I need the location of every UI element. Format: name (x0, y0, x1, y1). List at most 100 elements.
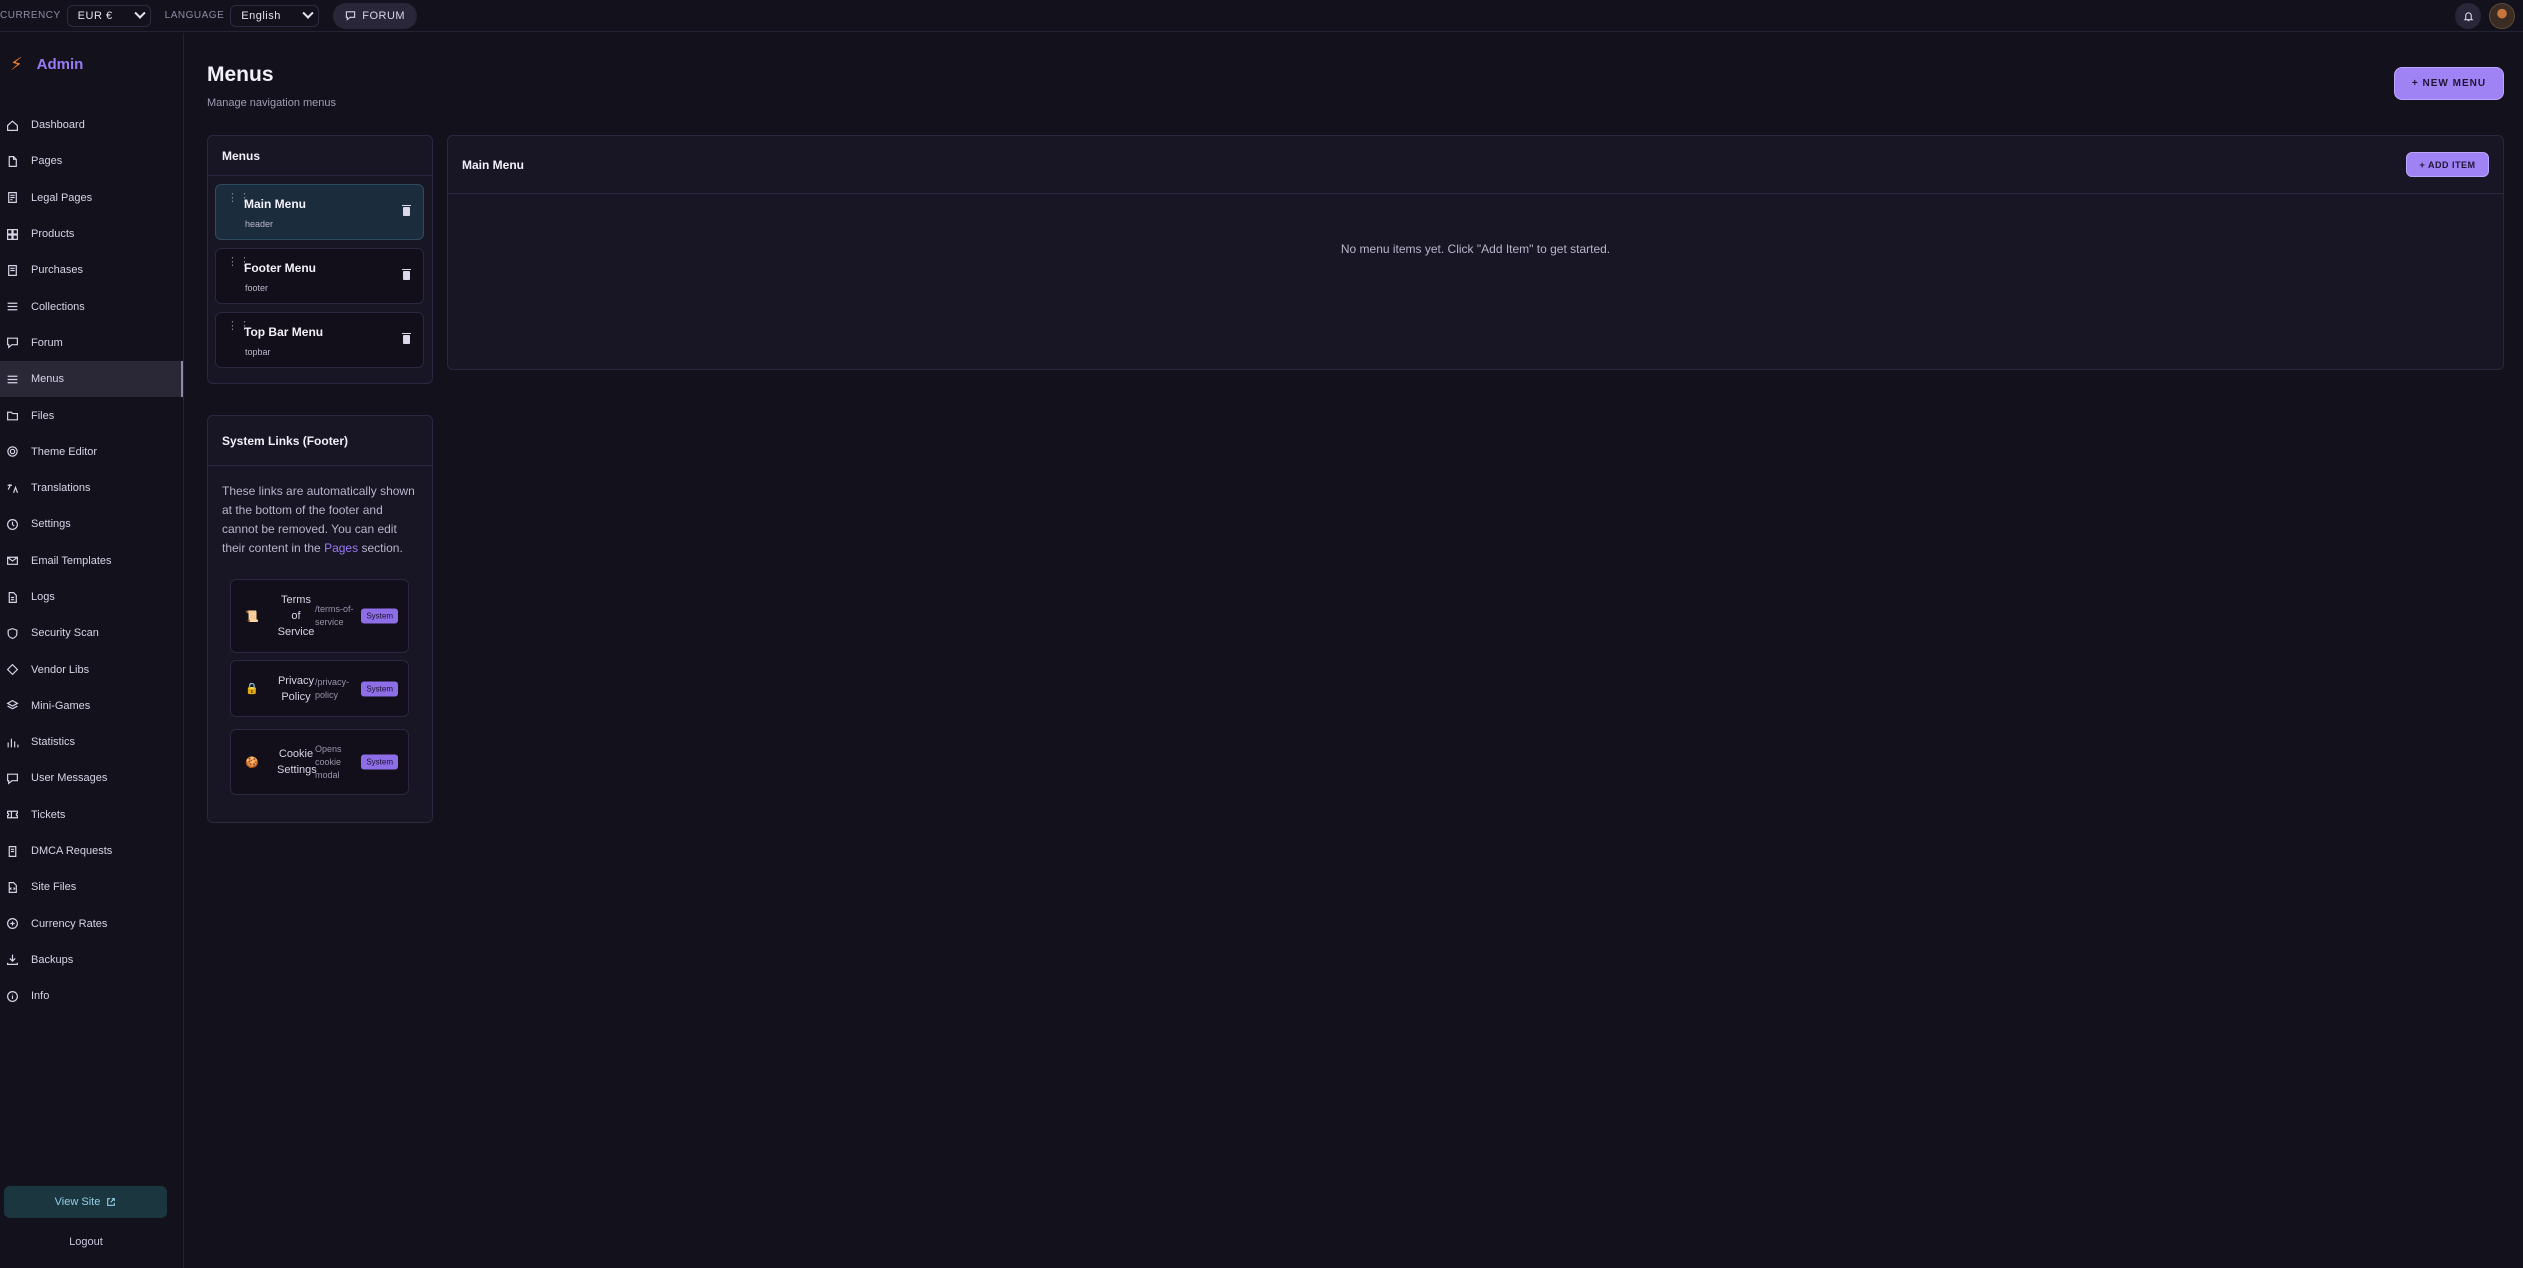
menu-editor-title: Main Menu (462, 157, 524, 172)
sidebar-item-label: Translations (31, 482, 91, 495)
sidebar-item-email-templates[interactable]: Email Templates (0, 543, 183, 579)
sidebar-item-info[interactable]: Info (0, 978, 183, 1014)
download-icon (7, 955, 18, 966)
sidebar-item-currency-rates[interactable]: Currency Rates (0, 906, 183, 942)
sidebar-item-tickets[interactable]: Tickets (0, 797, 183, 833)
sidebar-item-menus[interactable]: Menus (0, 361, 183, 398)
sidebar-item-pages[interactable]: Pages (0, 143, 183, 179)
shield-icon (7, 627, 18, 639)
sidebar-item-products[interactable]: Products (0, 216, 183, 252)
sidebar-item-label: Info (31, 990, 50, 1003)
sidebar-item-label: Statistics (31, 736, 76, 749)
sidebar-item-legal-pages[interactable]: Legal Pages (0, 180, 183, 216)
sidebar-item-forum[interactable]: Forum (0, 325, 183, 361)
new-menu-button[interactable]: + NEW MENU (2394, 67, 2504, 100)
mail-icon (7, 556, 18, 566)
sidebar-item-label: Dashboard (31, 119, 85, 132)
system-link-path: /privacy-policy (315, 676, 350, 700)
currency-value: EUR € (77, 9, 113, 22)
system-badge: System (361, 608, 398, 624)
menu-location: topbar (245, 347, 271, 357)
sidebar-item-mini-games[interactable]: Mini-Games (0, 688, 183, 724)
sidebar-item-label: Currency Rates (31, 917, 108, 930)
sidebar-item-logs[interactable]: Logs (0, 579, 183, 615)
sidebar-item-collections[interactable]: Collections (0, 288, 183, 324)
system-link-name: Terms of Service (277, 594, 315, 638)
sidebar-item-statistics[interactable]: Statistics (0, 724, 183, 760)
chevron-down-icon (134, 7, 146, 19)
system-link-item[interactable]: 🍪 Cookie Settings Opens cookie modal System (230, 729, 409, 795)
sidebar-item-files[interactable]: Files (0, 397, 183, 433)
menu-list-item[interactable]: ⋮⋮ Footer Menu footer (215, 248, 424, 304)
gear-icon (7, 446, 18, 458)
sidebar-item-dashboard[interactable]: Dashboard (0, 107, 183, 143)
menu-name: Top Bar Menu (244, 325, 324, 339)
sidebar-item-label: Legal Pages (31, 191, 93, 204)
sidebar-item-purchases[interactable]: Purchases (0, 252, 183, 288)
external-link-icon (107, 1198, 116, 1206)
ticket-icon (7, 810, 18, 819)
currency-select[interactable]: EUR € (66, 4, 151, 27)
view-site-button[interactable]: View Site (4, 1186, 167, 1218)
bar-chart-icon (7, 738, 19, 748)
translate-icon (7, 483, 19, 493)
forum-button[interactable]: FORUM (333, 2, 418, 29)
bell-icon (2463, 11, 2473, 21)
menus-panel-title: Menus (208, 136, 432, 176)
sidebar-item-label: Site Files (31, 881, 77, 894)
menu-location: footer (245, 283, 269, 293)
notifications-button[interactable] (2455, 3, 2481, 29)
sidebar-item-label: Purchases (31, 264, 83, 277)
logout-link[interactable]: Logout (0, 1236, 172, 1248)
lock-icon: 🔒 (245, 683, 259, 695)
menu-name: Main Menu (244, 197, 306, 211)
sidebar-item-label: Products (31, 228, 75, 241)
home-icon (7, 120, 18, 131)
sidebar-item-label: Vendor Libs (31, 663, 90, 676)
pages-link[interactable]: Pages (324, 541, 358, 555)
menus-panel: Menus ⋮⋮ Main Menu header ⋮⋮ Footer Menu foot… (207, 135, 433, 384)
menu-list-item[interactable]: ⋮⋮ Top Bar Menu topbar (215, 312, 424, 368)
menu-list-item[interactable]: ⋮⋮ Main Menu header (215, 184, 424, 240)
sidebar-item-settings[interactable]: Settings (0, 506, 183, 542)
system-links-title: System Links (Footer) (208, 416, 432, 466)
trash-icon[interactable] (402, 269, 411, 280)
sidebar-item-site-files[interactable]: Site Files (0, 869, 183, 905)
sidebar-item-label: Forum (31, 336, 63, 349)
system-links-panel: System Links (Footer) These links are au… (207, 415, 433, 823)
sidebar-item-vendor-libs[interactable]: Vendor Libs (0, 651, 183, 687)
brand[interactable]: ⚡ Admin (0, 33, 183, 95)
cookie-icon: 🍪 (245, 756, 259, 769)
chevron-down-icon (302, 7, 314, 19)
avatar[interactable] (2489, 3, 2515, 29)
sidebar-item-backups[interactable]: Backups (0, 942, 183, 978)
system-link-name: Privacy Policy (277, 674, 315, 703)
sidebar-item-label: Pages (31, 155, 63, 168)
system-links-description: These links are automatically shown at t… (208, 466, 432, 558)
scale-icon (8, 845, 17, 857)
sidebar: ⚡ Admin Dashboard Pages Legal Pages Product… (0, 33, 184, 1268)
sidebar-item-translations[interactable]: Translations (0, 470, 183, 506)
sidebar-item-dmca-requests[interactable]: DMCA Requests (0, 833, 183, 869)
sidebar-item-theme-editor[interactable]: Theme Editor (0, 434, 183, 470)
view-site-label: View Site (54, 1196, 101, 1208)
system-link-item[interactable]: 📜 Terms of Service/terms-of-service System (230, 579, 409, 653)
sidebar-item-security-scan[interactable]: Security Scan (0, 615, 183, 651)
trash-icon[interactable] (402, 205, 411, 216)
sidebar-item-label: Tickets (31, 808, 66, 821)
top-bar: CURRENCY EUR € LANGUAGE English FORUM (0, 0, 2523, 32)
system-badge: System (361, 681, 398, 696)
sidebar-item-user-messages[interactable]: User Messages (0, 760, 183, 796)
language-select[interactable]: English (230, 4, 320, 27)
legal-icon (8, 192, 17, 204)
sidebar-item-label: DMCA Requests (31, 845, 113, 858)
add-item-button[interactable]: + ADD ITEM (2406, 152, 2489, 177)
system-badge: System (361, 754, 398, 770)
chat-icon (346, 11, 356, 21)
brand-name: Admin (36, 55, 84, 73)
system-link-item[interactable]: 🔒 Privacy Policy/privacy-policy System (230, 660, 409, 717)
sidebar-item-label: Logs (31, 591, 55, 603)
grid-icon (7, 228, 18, 240)
trash-icon[interactable] (402, 333, 411, 344)
folder-icon (7, 411, 18, 421)
